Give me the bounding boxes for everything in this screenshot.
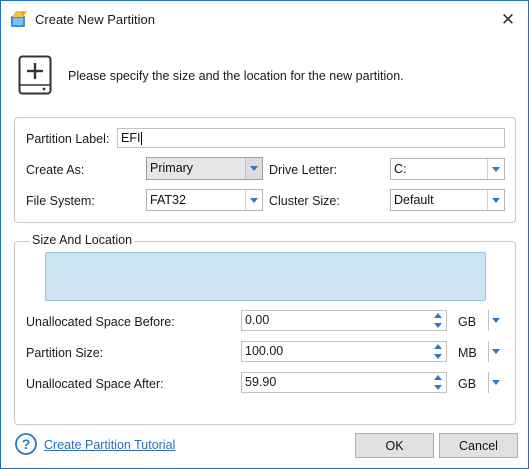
cancel-button-label: Cancel [459, 438, 498, 453]
spin-down-icon[interactable] [430, 352, 446, 362]
chevron-down-icon [245, 190, 262, 210]
ok-button-label: OK [385, 438, 404, 453]
spin-up-icon[interactable] [430, 373, 446, 383]
create-partition-tutorial-link[interactable]: Create Partition Tutorial [44, 438, 175, 452]
create-as-select[interactable]: Primary [146, 157, 263, 180]
file-system-select[interactable]: FAT32 [146, 189, 263, 211]
close-button[interactable]: ✕ [496, 8, 520, 32]
chevron-down-icon[interactable] [488, 372, 502, 393]
drive-letter-label: Drive Letter: [269, 163, 338, 177]
chevron-down-icon[interactable] [488, 341, 502, 362]
partition-size-input[interactable]: 100.00 [241, 341, 447, 362]
partition-size-value: 100.00 [245, 344, 284, 358]
create-as-label: Create As: [26, 163, 85, 177]
partition-map-bar[interactable] [45, 252, 486, 301]
unallocated-after-unit: GB [458, 377, 477, 391]
unallocated-after-input[interactable]: 59.90 [241, 372, 447, 393]
spin-down-icon[interactable] [430, 383, 446, 393]
add-disk-icon [18, 55, 52, 95]
spin-down-icon[interactable] [430, 321, 446, 331]
title-bar: Create New Partition ✕ [1, 1, 528, 39]
partition-label-input[interactable]: EFI [117, 128, 505, 148]
instruction-text: Please specify the size and the location… [68, 69, 404, 83]
svg-text:?: ? [22, 436, 31, 452]
drive-letter-select[interactable]: C: [390, 158, 505, 180]
partition-size-label: Partition Size: [26, 346, 104, 360]
spin-up-icon[interactable] [430, 311, 446, 321]
unallocated-before-input[interactable]: 0.00 [241, 310, 447, 331]
drive-letter-value: C: [394, 162, 407, 176]
text-cursor [141, 132, 143, 146]
file-system-label: File System: [26, 194, 95, 208]
file-system-value: FAT32 [150, 193, 186, 207]
help-question-icon[interactable]: ? [15, 433, 37, 455]
unallocated-before-unit: GB [458, 315, 477, 329]
unallocated-before-value: 0.00 [245, 313, 270, 327]
size-location-legend: Size And Location [30, 233, 135, 247]
unallocated-before-label: Unallocated Space Before: [26, 315, 175, 329]
partition-size-unit: MB [458, 346, 477, 360]
cluster-size-select[interactable]: Default [390, 189, 505, 211]
chevron-down-icon [487, 159, 504, 179]
chevron-down-icon [245, 158, 262, 179]
create-as-value: Primary [150, 161, 194, 175]
unallocated-after-label: Unallocated Space After: [26, 377, 164, 391]
unallocated-after-value: 59.90 [245, 375, 277, 389]
cluster-size-label: Cluster Size: [269, 194, 340, 208]
partition-wizard-icon [11, 11, 27, 27]
window-title: Create New Partition [35, 12, 155, 27]
partition-label-label: Partition Label: [26, 132, 110, 146]
partition-label-value: EFI [121, 131, 141, 145]
create-partition-dialog: Create New Partition ✕ Please specify th… [0, 0, 529, 469]
cancel-button[interactable]: Cancel [439, 433, 518, 458]
ok-button[interactable]: OK [355, 433, 434, 458]
close-icon: ✕ [500, 10, 516, 29]
spin-up-icon[interactable] [430, 342, 446, 352]
cluster-size-value: Default [394, 193, 434, 207]
chevron-down-icon[interactable] [488, 310, 502, 331]
chevron-down-icon [487, 190, 504, 210]
